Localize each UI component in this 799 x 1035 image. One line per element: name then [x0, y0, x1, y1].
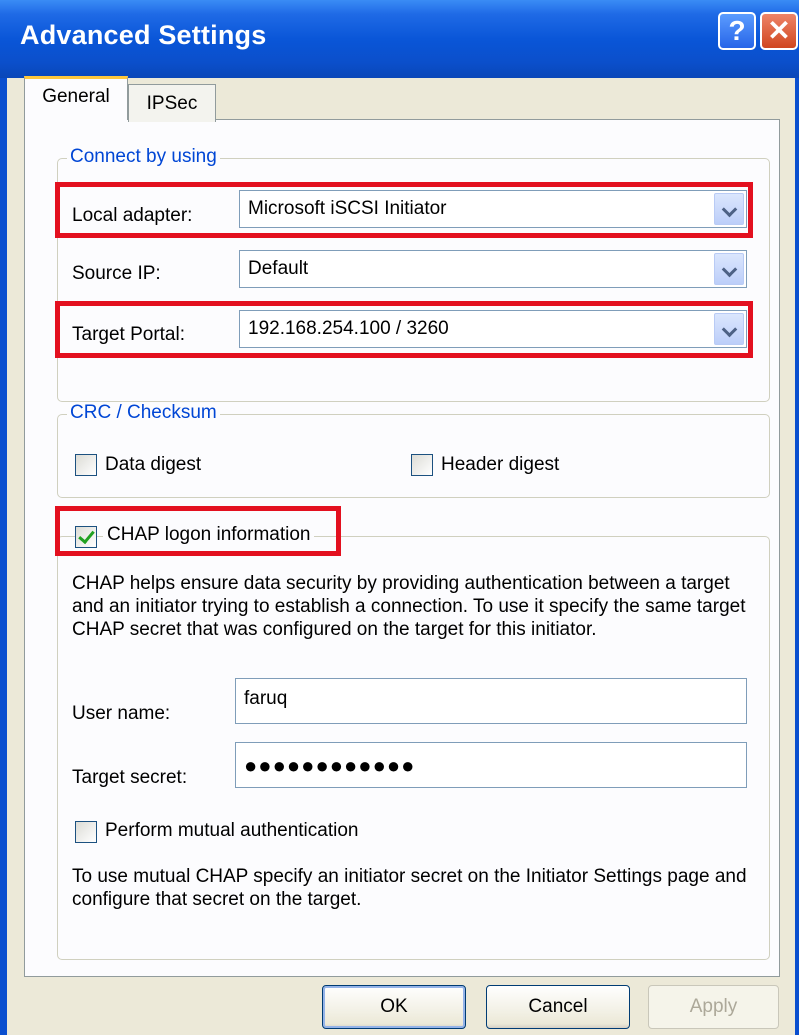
tab-ipsec[interactable]: IPSec — [128, 84, 216, 122]
advanced-settings-dialog: Advanced Settings ? ✕ General IPSec Conn… — [0, 0, 799, 1035]
tab-general[interactable]: General — [24, 76, 128, 120]
window-title: Advanced Settings — [20, 20, 267, 50]
mutual-auth-checkbox[interactable] — [75, 821, 97, 843]
header-digest-checkbox[interactable] — [411, 454, 433, 476]
highlight-chap-logon — [55, 506, 341, 556]
highlight-local-adapter — [55, 182, 753, 238]
source-ip-select[interactable]: Default — [239, 250, 747, 288]
connect-by-using-legend: Connect by using — [67, 146, 220, 168]
header-digest-label[interactable]: Header digest — [441, 454, 559, 476]
source-ip-label: Source IP: — [72, 263, 161, 284]
mutual-chap-note: To use mutual CHAP specify an initiator … — [72, 866, 747, 910]
crc-checksum-legend: CRC / Checksum — [67, 402, 220, 424]
data-digest-checkbox[interactable] — [75, 454, 97, 476]
ok-button[interactable]: OK — [322, 985, 466, 1029]
chap-description: CHAP helps ensure data security by provi… — [72, 573, 746, 640]
cancel-button[interactable]: Cancel — [486, 985, 630, 1029]
chevron-down-icon[interactable] — [714, 253, 744, 285]
user-name-label: User name: — [72, 703, 171, 724]
window-border-right — [795, 78, 799, 1035]
source-ip-value: Default — [248, 258, 309, 279]
help-button[interactable]: ? — [718, 12, 756, 50]
user-name-value: faruq — [244, 688, 288, 709]
target-secret-input[interactable]: ●●●●●●●●●●●● — [235, 742, 747, 788]
apply-button[interactable]: Apply — [648, 985, 779, 1029]
close-button[interactable]: ✕ — [760, 12, 798, 50]
mutual-auth-label[interactable]: Perform mutual authentication — [105, 820, 358, 842]
highlight-target-portal — [55, 301, 753, 358]
user-name-input[interactable]: faruq — [235, 678, 747, 724]
window-border-left — [0, 78, 7, 1035]
title-bar[interactable]: Advanced Settings ? ✕ — [0, 0, 799, 78]
target-secret-label: Target secret: — [72, 767, 188, 788]
data-digest-label[interactable]: Data digest — [105, 454, 201, 476]
target-secret-value: ●●●●●●●●●●●● — [244, 753, 416, 778]
